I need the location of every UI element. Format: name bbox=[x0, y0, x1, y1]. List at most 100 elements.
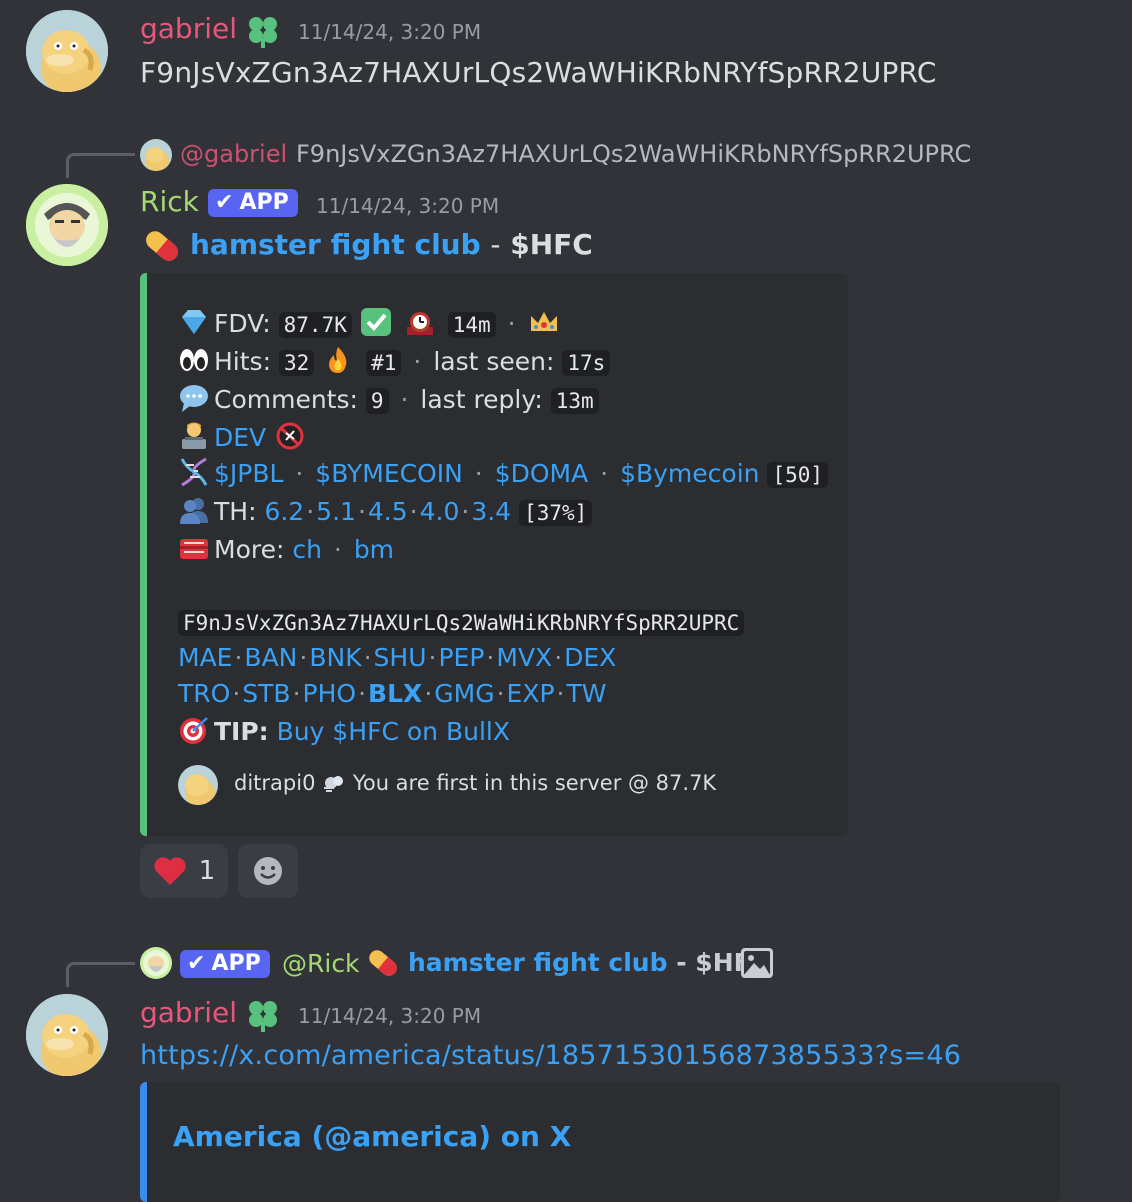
message-timestamp: 11/14/24, 3:20 PM bbox=[298, 1004, 482, 1028]
clover-badge-icon bbox=[249, 1001, 277, 1032]
avatar-gabriel[interactable] bbox=[26, 994, 108, 1076]
psyduck-avatar-icon bbox=[145, 147, 169, 171]
link-tw[interactable]: TW bbox=[567, 679, 607, 708]
fdv-row: FDV: 87.7K 14m · bbox=[178, 307, 564, 338]
reply-mention[interactable]: @gabriel bbox=[180, 140, 287, 168]
eyes-icon bbox=[180, 349, 208, 371]
th-percentage: [37%] bbox=[519, 500, 593, 526]
last-seen-value: 17s bbox=[562, 350, 611, 376]
author-name[interactable]: gabriel bbox=[140, 996, 237, 1029]
dev-link[interactable]: DEV bbox=[214, 423, 266, 452]
reply-title-link[interactable]: hamster fight club bbox=[408, 948, 668, 977]
reply-preview-text[interactable]: F9nJsVxZGn3Az7HAXUrLQs2WaWHiKRbNRYfSpRR2… bbox=[296, 140, 971, 168]
psyduck-avatar-icon bbox=[26, 994, 108, 1076]
th-value-5[interactable]: 3.4 bbox=[471, 497, 511, 526]
th-label: TH: bbox=[214, 497, 257, 526]
token-ticker: $HFC bbox=[510, 228, 593, 261]
diamond-icon bbox=[182, 310, 206, 334]
tip-row: TIP: Buy $HFC on BullX bbox=[178, 715, 510, 746]
more-label: More: bbox=[214, 535, 285, 564]
fdv-label: FDV: bbox=[214, 309, 271, 338]
links-row-2: TRO·STB·PHO·BLX·GMG·EXP·TW bbox=[178, 679, 607, 708]
reply-app-badge: ✔ APP bbox=[180, 950, 270, 978]
message-timestamp: 11/14/24, 3:20 PM bbox=[316, 194, 500, 218]
footer-text: You are first in this server @ 87.7K bbox=[352, 771, 717, 795]
th-value-2[interactable]: 5.1 bbox=[316, 497, 356, 526]
smiley-add-reaction-icon bbox=[254, 857, 282, 885]
avatar-rick[interactable] bbox=[26, 184, 108, 266]
link-pho[interactable]: PHO bbox=[303, 679, 357, 708]
link-gmg[interactable]: GMG bbox=[434, 679, 494, 708]
author-name[interactable]: gabriel bbox=[140, 12, 237, 45]
psyduck-avatar-icon bbox=[26, 10, 108, 92]
rick-avatar-icon bbox=[143, 950, 169, 976]
contract-address[interactable]: F9nJsVxZGn3Az7HAXUrLQs2WaWHiKRbNRYfSpRR2… bbox=[178, 610, 745, 636]
th-value-4[interactable]: 4.0 bbox=[420, 497, 460, 526]
last-seen-label: last seen: bbox=[433, 347, 555, 376]
embed-footer: ditrapi0 You are first in this server @ … bbox=[234, 771, 716, 795]
link-exp[interactable]: EXP bbox=[507, 679, 555, 708]
link-tro[interactable]: TRO bbox=[178, 679, 230, 708]
rick-avatar-icon bbox=[26, 184, 108, 266]
tip-label: TIP: bbox=[214, 717, 269, 746]
link-embed-title[interactable]: America (@america) on X bbox=[173, 1120, 571, 1153]
token-link-4[interactable]: $Bymecoin bbox=[620, 459, 759, 488]
reply-connector bbox=[66, 962, 135, 987]
app-badge-label: APP bbox=[211, 951, 261, 976]
avatar-gabriel[interactable] bbox=[26, 10, 108, 92]
reply-avatar-rick bbox=[140, 947, 172, 979]
tokens-row: $JPBL · $BYMECOIN · $DOMA · $Bymecoin [5… bbox=[178, 457, 829, 488]
reply-preview-title: hamster fight club - $HFC bbox=[408, 948, 769, 977]
link-bnk[interactable]: BNK bbox=[309, 643, 361, 672]
pill-icon bbox=[369, 950, 397, 976]
hits-value: 32 bbox=[278, 350, 315, 376]
pill-icon bbox=[146, 231, 178, 261]
comments-value: 9 bbox=[365, 388, 389, 414]
reply-mention-rick[interactable]: @Rick bbox=[282, 949, 360, 978]
last-reply-value: 13m bbox=[550, 388, 599, 414]
link-mae[interactable]: MAE bbox=[178, 643, 232, 672]
tokens-count: [50] bbox=[767, 462, 829, 488]
mantelpiece-clock-icon bbox=[406, 312, 433, 335]
author-name[interactable]: Rick bbox=[140, 185, 199, 218]
image-attachment-icon bbox=[741, 948, 773, 978]
top-holders-row: TH: 6.2·5.1·4.5·4.0·3.4 [37%] bbox=[178, 495, 593, 526]
link-dex[interactable]: DEX bbox=[564, 643, 616, 672]
comments-label: Comments: bbox=[214, 385, 358, 414]
comments-row: Comments: 9 · last reply: 13m bbox=[178, 383, 599, 414]
token-link-1[interactable]: $JPBL bbox=[214, 459, 283, 488]
more-link-ch[interactable]: ch bbox=[292, 535, 322, 564]
link-pep[interactable]: PEP bbox=[438, 643, 484, 672]
busts-icon bbox=[180, 498, 208, 524]
clover-badge-icon bbox=[249, 17, 277, 48]
rank-value: #1 bbox=[366, 350, 402, 376]
toolbox-icon bbox=[180, 539, 208, 559]
add-reaction-button[interactable] bbox=[238, 844, 298, 898]
th-value-3[interactable]: 4.5 bbox=[368, 497, 408, 526]
token-embed: FDV: 87.7K 14m · Hits: 32 #1 · last seen… bbox=[140, 273, 848, 836]
token-link-3[interactable]: $DOMA bbox=[495, 459, 589, 488]
token-link-2[interactable]: $BYMECOIN bbox=[315, 459, 463, 488]
contract-row: F9nJsVxZGn3Az7HAXUrLQs2WaWHiKRbNRYfSpRR2… bbox=[178, 607, 745, 636]
th-value-1[interactable]: 6.2 bbox=[264, 497, 304, 526]
more-link-bm[interactable]: bm bbox=[354, 535, 394, 564]
title-separator: - bbox=[490, 228, 501, 261]
checkmark-icon: ✔ bbox=[215, 190, 234, 215]
link-ban[interactable]: BAN bbox=[244, 643, 297, 672]
more-row: More: ch · bm bbox=[178, 533, 394, 564]
last-reply-label: last reply: bbox=[420, 385, 543, 414]
link-stb[interactable]: STB bbox=[242, 679, 290, 708]
message-link[interactable]: https://x.com/america/status/18571530156… bbox=[140, 1040, 961, 1071]
embed-title-line: hamster fight club - $HFC bbox=[190, 228, 593, 261]
links-row-1: MAE·BAN·BNK·SHU·PEP·MVX·DEX bbox=[178, 643, 617, 672]
link-blx[interactable]: BLX bbox=[368, 679, 422, 708]
tip-link[interactable]: Buy $HFC on BullX bbox=[277, 717, 510, 746]
reaction-heart[interactable]: 1 bbox=[140, 844, 228, 898]
fdv-value: 87.7K bbox=[278, 312, 352, 338]
link-shu[interactable]: SHU bbox=[374, 643, 427, 672]
age-value: 14m bbox=[447, 312, 496, 338]
token-title-link[interactable]: hamster fight club bbox=[190, 228, 481, 261]
link-mvx[interactable]: MVX bbox=[496, 643, 552, 672]
crown-icon bbox=[530, 312, 557, 331]
technologist-icon bbox=[182, 422, 206, 449]
